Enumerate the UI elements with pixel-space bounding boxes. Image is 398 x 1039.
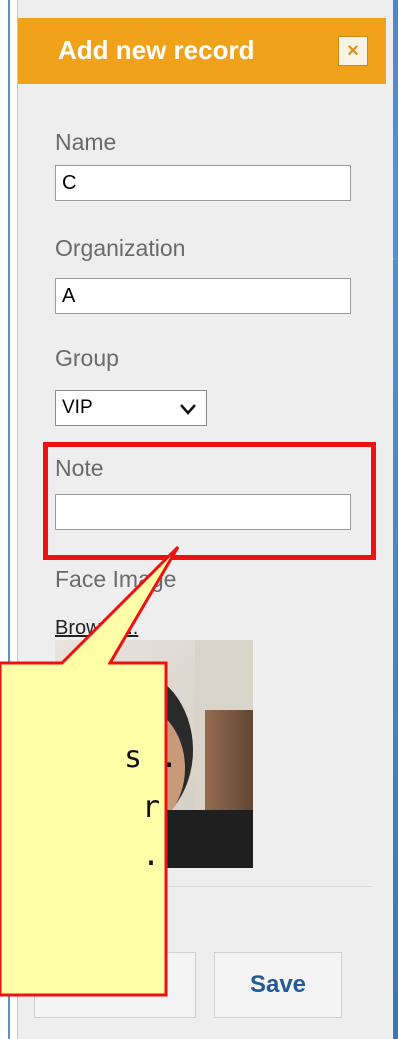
close-icon: × — [347, 40, 359, 62]
organization-label: Organization — [55, 235, 186, 261]
dialog-header: Add new record × — [18, 18, 386, 84]
callout-text-line-3: . — [142, 838, 161, 873]
save-button[interactable]: Save — [214, 952, 342, 1018]
name-input[interactable] — [55, 165, 351, 201]
group-select-value: VIP — [62, 397, 93, 418]
close-button[interactable]: × — [338, 36, 368, 66]
organization-input[interactable] — [55, 278, 351, 314]
note-highlight-box — [43, 442, 376, 560]
group-label: Group — [55, 345, 119, 371]
name-label: Name — [55, 129, 117, 155]
callout-text-line-2: r — [142, 790, 161, 825]
callout-text-line-1: s . — [124, 740, 179, 775]
group-select[interactable]: VIP — [55, 390, 207, 426]
dialog-title: Add new record — [58, 35, 255, 65]
chevron-down-icon — [180, 404, 196, 415]
